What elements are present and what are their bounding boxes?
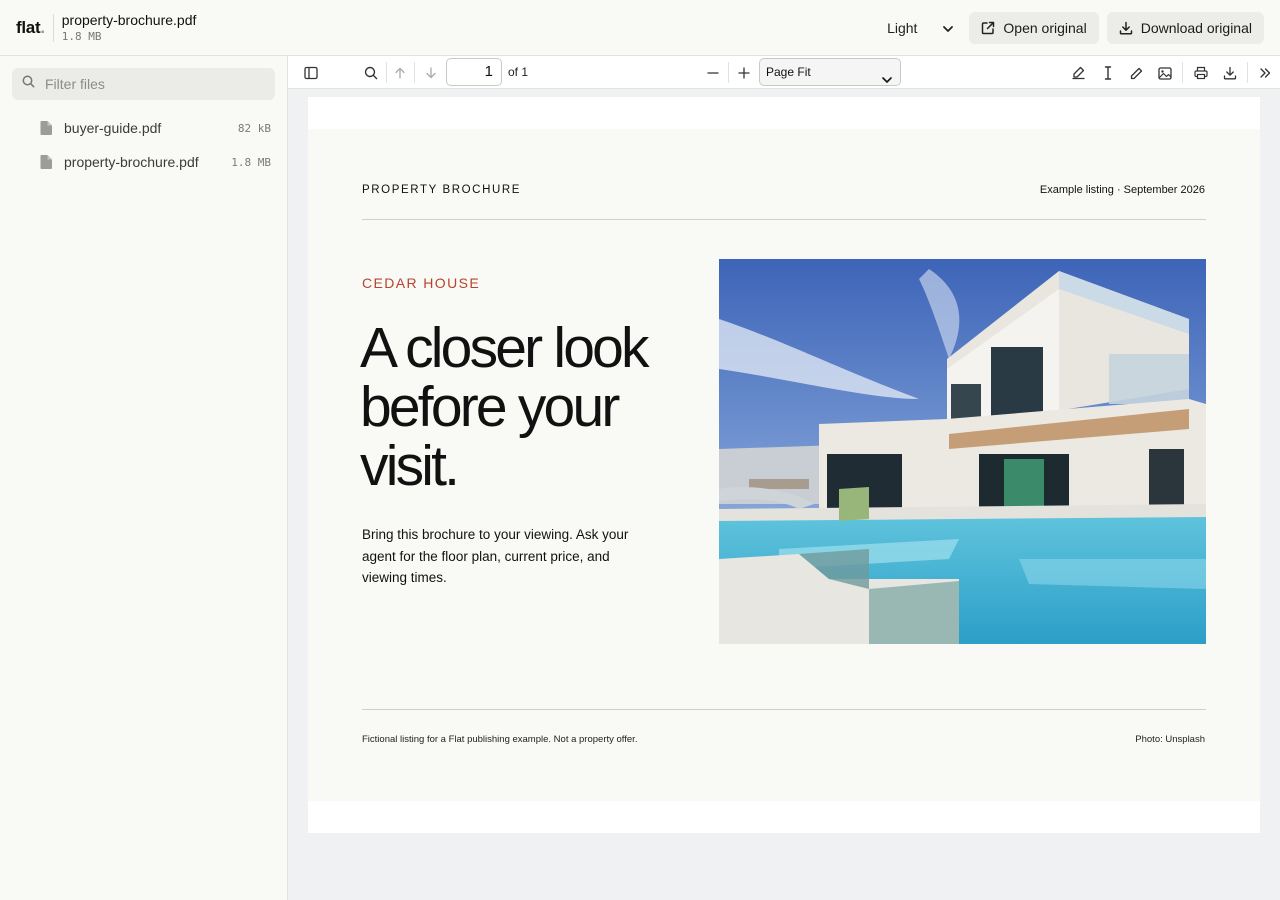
external-link-icon [981,21,995,35]
listing-meta: Example listing · September 2026 [1039,184,1205,196]
file-sidebar: Filter files buyer-guide.pdf 82 kB prope… [0,56,288,900]
next-page-icon[interactable] [422,64,440,82]
file-name: property-brochure.pdf [64,154,199,170]
previous-page-icon[interactable] [391,64,409,82]
page-number-input[interactable]: 1 [446,58,502,86]
header-divider [52,13,54,42]
file-size: 1.8 MB [61,30,102,44]
filter-files-placeholder: Filter files [45,76,105,92]
file-meta: property-brochure.pdf 1.8 MB [62,12,197,44]
download-icon [1119,21,1133,35]
file-size: 1.8 MB [231,155,271,169]
text-cursor-icon[interactable] [1099,64,1117,82]
pdf-page: PROPERTY BROCHURE Example listing · Sept… [308,97,1260,833]
brochure-label: PROPERTY BROCHURE [362,184,522,196]
image-icon[interactable] [1156,64,1174,82]
open-original-button[interactable]: Open original [969,11,1099,44]
flat-logo[interactable]: flat. [16,18,45,38]
file-icon [40,155,52,169]
footer-rule [362,709,1206,710]
filter-files-input[interactable]: Filter files [12,68,275,100]
highlight-icon[interactable] [1069,64,1087,82]
toolbar-divider [1247,62,1248,83]
download-icon[interactable] [1221,64,1239,82]
file-name: buyer-guide.pdf [64,120,162,136]
file-title: property-brochure.pdf [61,11,197,28]
theme-select-value: Light [887,19,918,36]
toolbar-divider [414,62,415,83]
property-photo [719,259,1206,644]
app-header: flat. property-brochure.pdf 1.8 MB Light… [0,0,1280,56]
download-original-button[interactable]: Download original [1106,11,1264,44]
logo-dot: . [40,17,45,37]
file-list-item[interactable]: buyer-guide.pdf 82 kB [40,115,271,141]
file-icon [40,121,52,135]
zoom-out-icon[interactable] [704,64,722,82]
brochure-page-content: PROPERTY BROCHURE Example listing · Sept… [308,129,1260,801]
photo-credit: Photo: Unsplash [1135,734,1205,745]
zoom-select[interactable]: Page Fit [759,58,901,86]
zoom-select-value: Page Fit [766,65,811,79]
print-icon[interactable] [1192,64,1210,82]
search-icon [22,75,35,93]
property-name: CEDAR HOUSE [362,275,481,291]
header-rule [362,219,1206,220]
file-list-item[interactable]: property-brochure.pdf 1.8 MB [40,149,271,175]
toolbar-divider [386,62,387,83]
pencil-icon[interactable] [1127,64,1145,82]
brochure-body: Bring this brochure to your viewing. Ask… [362,527,629,585]
page-total: of 1 [508,65,529,79]
chevron-down-icon [943,20,954,36]
double-chevron-right-icon[interactable] [1256,64,1274,82]
download-original-label: Download original [1140,19,1252,36]
document-viewport[interactable]: PROPERTY BROCHURE Example listing · Sept… [288,89,1280,900]
search-icon[interactable] [362,64,380,82]
toolbar-divider [1182,62,1183,83]
viewer-toolbar: 1 of 1 Page Fit [288,56,1280,89]
file-size: 82 kB [237,121,271,135]
logo-text: flat [16,17,41,37]
disclaimer-text: Fictional listing for a Flat publishing … [362,734,638,745]
toolbar-divider [728,62,729,83]
sidebar-toggle-icon[interactable] [302,64,320,82]
brochure-headline: A closer look before your visit. [360,316,650,498]
theme-select[interactable]: Light [879,12,961,44]
open-original-label: Open original [1003,19,1087,36]
zoom-in-icon[interactable] [735,64,753,82]
